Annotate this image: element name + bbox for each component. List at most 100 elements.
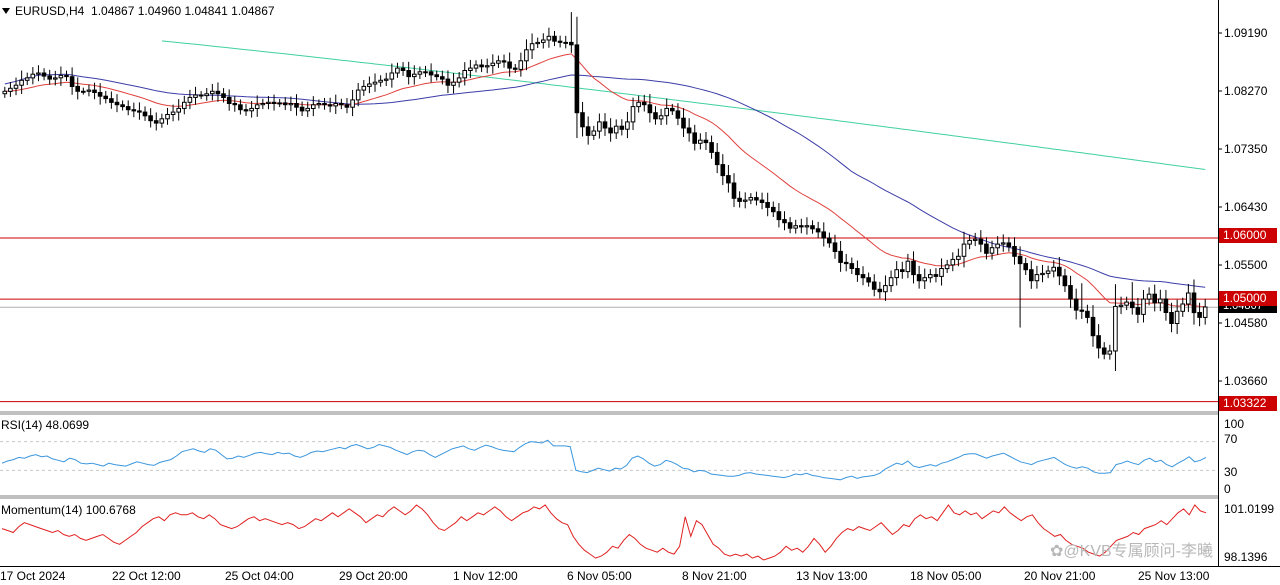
dropdown-triangle-icon[interactable]	[2, 7, 10, 14]
candle-body	[238, 104, 243, 111]
ohlc-readout: 1.04867 1.04960 1.04841 1.04867	[91, 4, 275, 18]
candle-body	[1068, 285, 1073, 300]
candle-body	[339, 103, 344, 106]
candle-body	[535, 41, 541, 45]
candle-body	[327, 104, 333, 107]
candle-body	[641, 101, 647, 106]
time-axis-label: 22 Oct 12:00	[112, 569, 181, 583]
candle-body	[406, 70, 411, 78]
candle-body	[1000, 242, 1006, 245]
candle-body	[400, 67, 406, 71]
candle-body	[1135, 307, 1141, 315]
candle-body	[1118, 304, 1124, 307]
candle-body	[675, 110, 681, 119]
candle-body	[1062, 275, 1068, 287]
candle-body	[103, 95, 109, 100]
candle-body	[714, 151, 720, 166]
candle-body	[692, 132, 698, 144]
level-tag-103322: 1.03322	[1219, 396, 1277, 411]
time-axis-label: 17 Oct 2024	[0, 569, 66, 583]
candle-body	[81, 90, 86, 93]
candle-body	[1096, 335, 1101, 349]
candle-body	[782, 219, 787, 224]
candle-body	[967, 239, 972, 245]
candle-body	[709, 142, 714, 153]
candle-body	[361, 85, 367, 91]
candle-body	[13, 84, 19, 89]
candle-body	[608, 127, 613, 134]
candle-body	[995, 243, 1000, 249]
candle-body	[243, 109, 249, 112]
candle-body	[148, 115, 153, 122]
time-axis-label: 8 Nov 21:00	[682, 569, 747, 583]
candle-body	[496, 60, 501, 64]
watermark: ✿@KVB专属顾问-李曦	[1050, 543, 1213, 560]
candle-body	[412, 73, 417, 78]
candle-body	[165, 114, 170, 120]
candle-body	[1029, 269, 1034, 282]
candle-body	[961, 243, 967, 257]
candle-body	[989, 247, 995, 254]
candle-body	[838, 250, 843, 263]
candle-body	[944, 264, 950, 270]
rsi-tick-label: 70	[1224, 432, 1238, 446]
candle-body	[507, 61, 512, 69]
candle-body	[1090, 316, 1096, 337]
candle-body	[92, 89, 97, 93]
chart-canvas	[0, 0, 1280, 567]
candle-body	[1197, 312, 1202, 318]
candle-body	[720, 164, 726, 177]
candle-body	[877, 288, 883, 293]
candle-body	[333, 103, 338, 107]
candle-body	[456, 77, 462, 83]
candle-body	[176, 107, 181, 113]
candle-body	[681, 117, 686, 129]
candle-body	[53, 77, 58, 80]
candle-body	[518, 60, 524, 70]
candle-body	[316, 103, 322, 106]
candle-body	[193, 94, 198, 98]
candle-body	[1051, 266, 1057, 272]
candle-body	[501, 60, 507, 63]
candle-body	[249, 107, 254, 112]
candle-body	[395, 67, 400, 74]
candle-body	[350, 99, 355, 108]
candle-body	[860, 274, 866, 279]
time-axis-label: 25 Oct 04:00	[225, 569, 294, 583]
candle-body	[1152, 293, 1158, 304]
candle-body	[36, 72, 41, 75]
candle-body	[613, 125, 619, 134]
candle-body	[956, 255, 961, 260]
candle-body	[900, 269, 905, 273]
candle-body	[843, 261, 849, 265]
time-axis-label: 25 Nov 13:00	[1138, 569, 1210, 583]
candle-body	[30, 73, 36, 79]
price-tick-label: 1.07350	[1224, 142, 1268, 156]
candle-body	[266, 101, 271, 105]
candle-body	[1017, 255, 1023, 265]
candle-body	[653, 112, 658, 120]
candle-body	[911, 260, 916, 276]
candle-body	[574, 44, 580, 114]
candle-body	[125, 106, 131, 111]
candle-body	[1130, 301, 1135, 309]
candle-body	[1174, 310, 1180, 324]
momentum-line	[1, 504, 1207, 561]
candle-body	[804, 225, 810, 228]
candle-body	[765, 202, 770, 208]
candle-body	[619, 125, 625, 130]
candle-body	[423, 71, 428, 74]
candle-body	[546, 35, 552, 41]
candle-body	[883, 285, 888, 293]
candle-body	[322, 103, 327, 106]
rsi-line	[1, 439, 1207, 481]
time-axis-label: 6 Nov 05:00	[567, 569, 632, 583]
time-axis-label: 1 Nov 12:00	[453, 569, 518, 583]
candle-body	[58, 74, 64, 79]
candle-body	[742, 199, 748, 202]
candle-body	[24, 77, 30, 81]
candle-body	[490, 62, 496, 67]
candle-body	[771, 206, 776, 213]
candle-body	[468, 67, 473, 71]
candle-body	[726, 175, 731, 184]
